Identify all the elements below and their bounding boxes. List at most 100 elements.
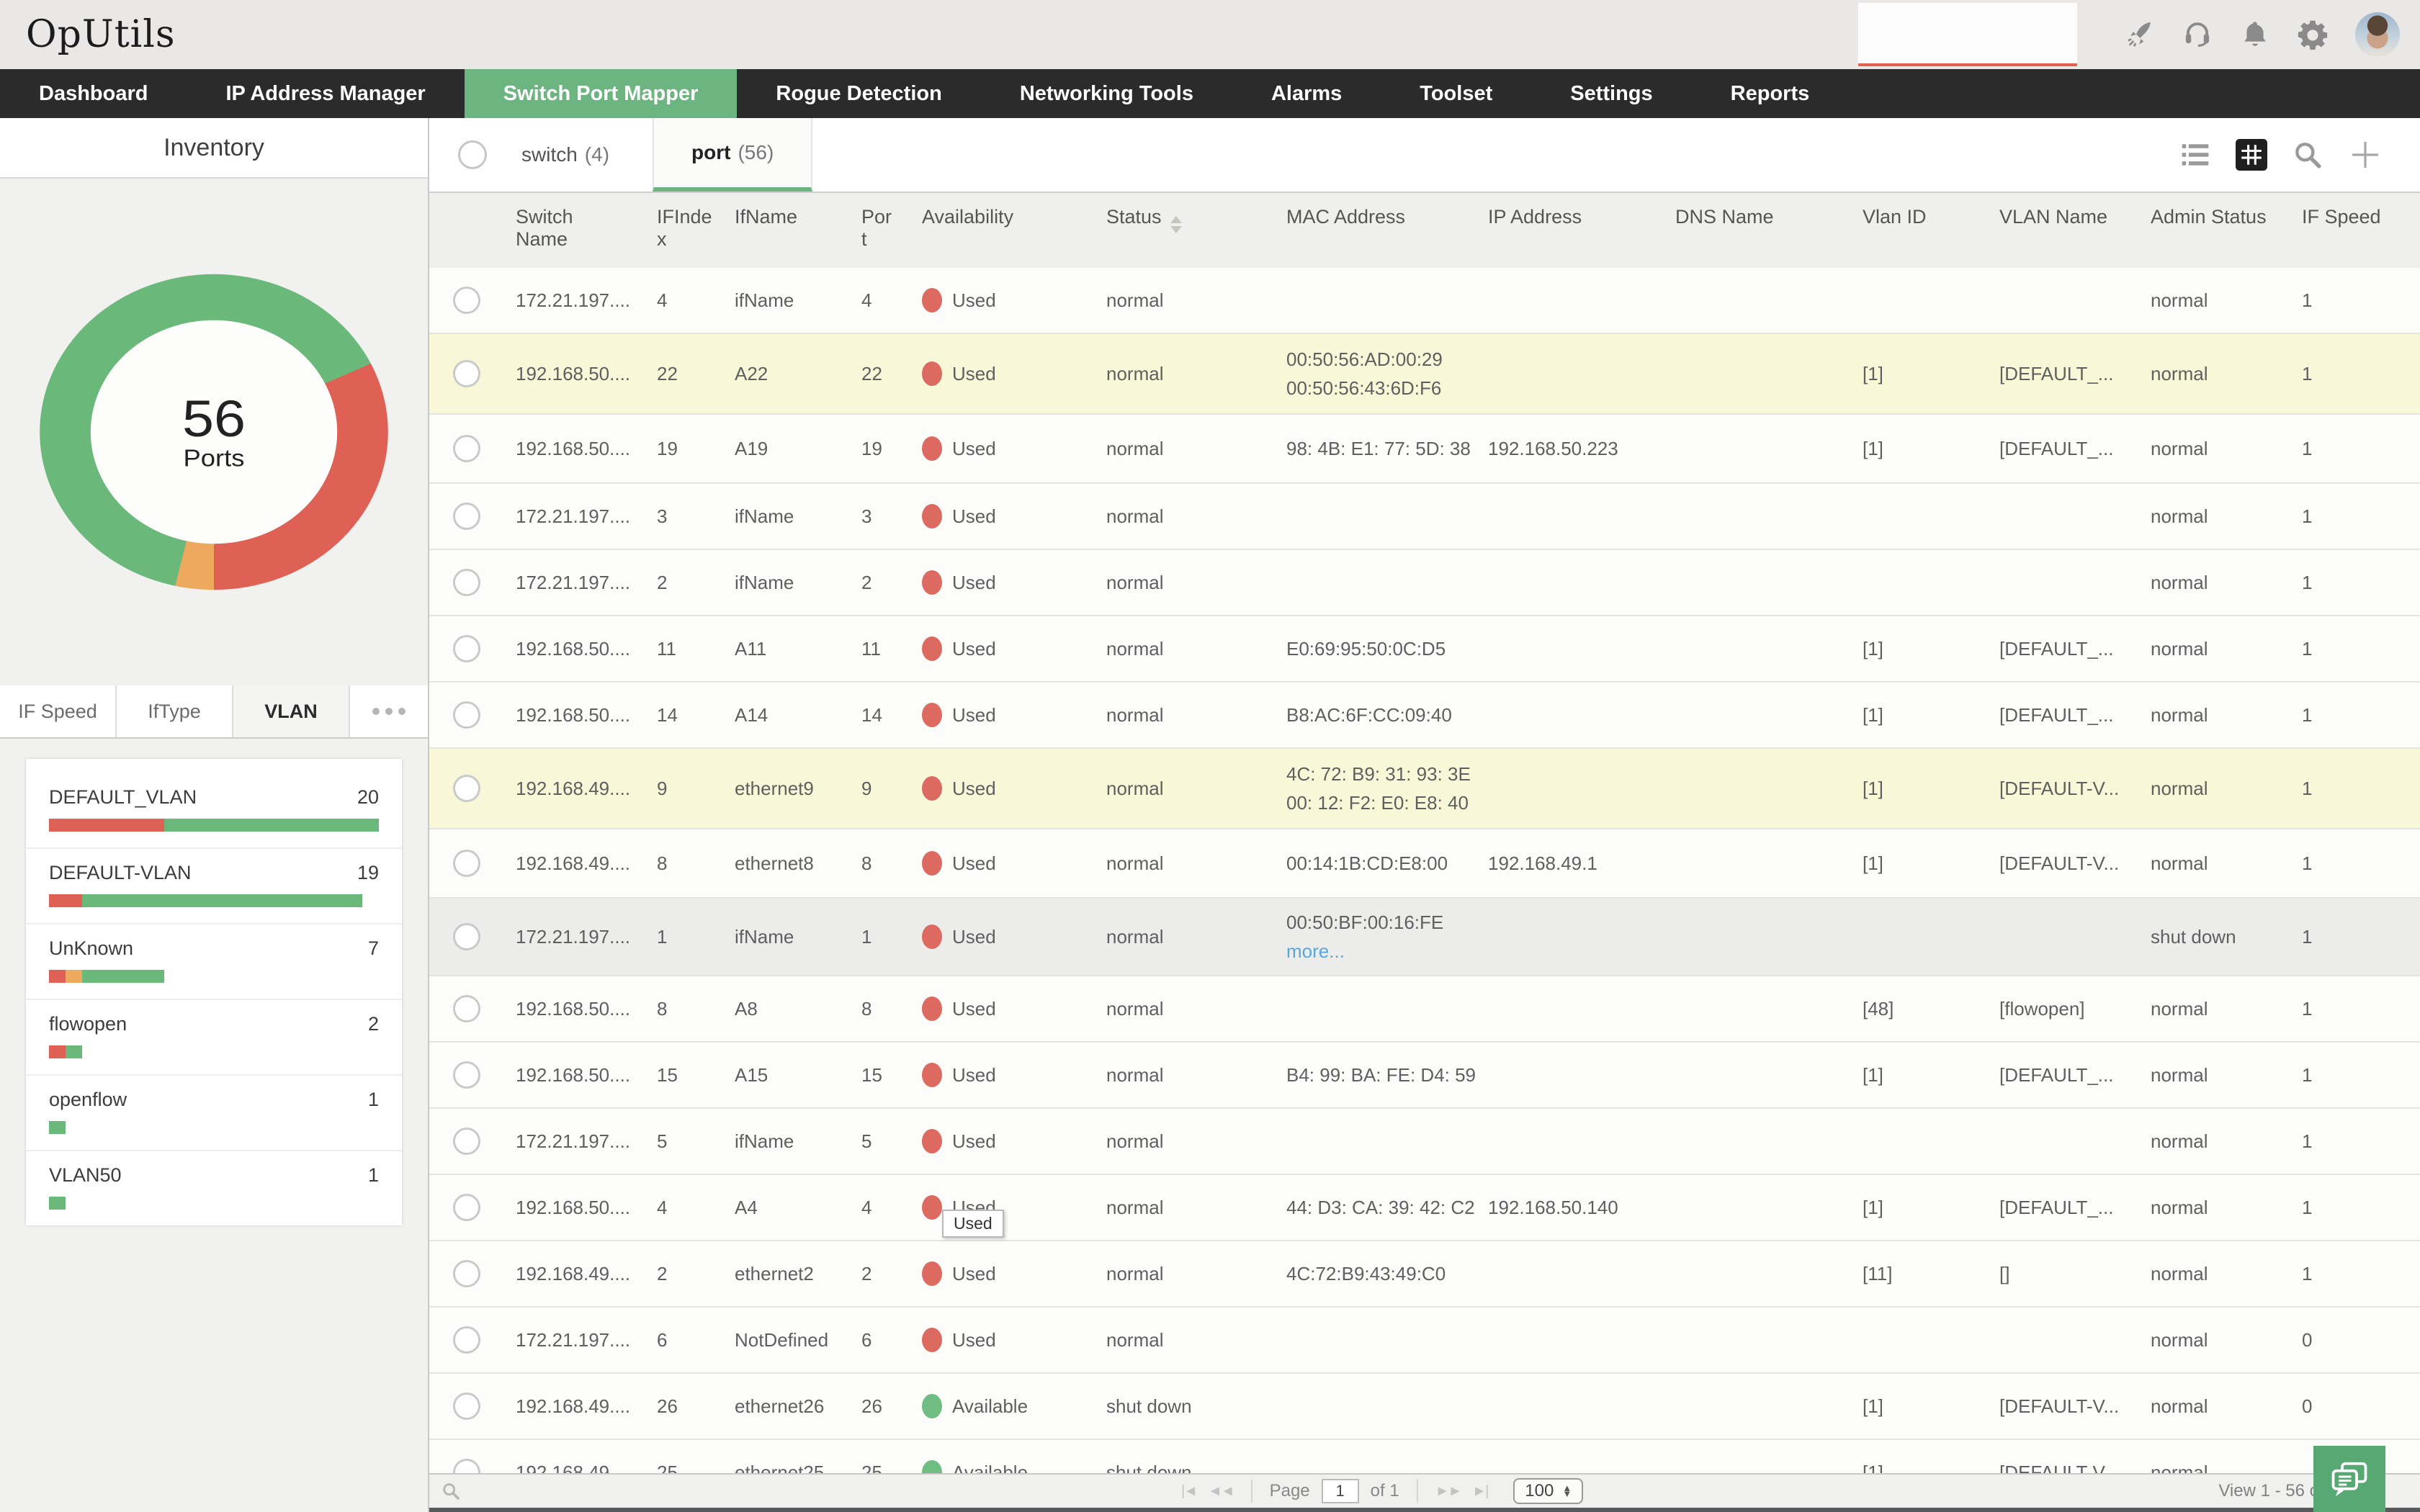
sort-arrows-icon[interactable] bbox=[1170, 210, 1182, 239]
table-row[interactable]: 172.21.197.... 5 ifName 5 Used normal normal 1 bbox=[429, 1109, 2420, 1175]
column-header-dns[interactable]: DNS Name bbox=[1675, 193, 1863, 228]
main-nav: Dashboard IP Address Manager Switch Port M… bbox=[0, 69, 2420, 118]
column-header-ifname[interactable]: IfName bbox=[735, 193, 861, 228]
sidebar-tab-iftype[interactable]: IfType bbox=[117, 685, 233, 737]
table-row[interactable]: 192.168.50.... 19 A19 19 Used normal 98: 4B: E… bbox=[429, 415, 2420, 484]
tab-switch[interactable]: switch (4) bbox=[487, 118, 653, 192]
nav-tab-networking-tools[interactable]: Networking Tools bbox=[981, 69, 1232, 118]
vlan-list-item[interactable]: flowopen 2 bbox=[26, 1000, 402, 1076]
vlan-name-cell-value: [DEFAULT_... bbox=[1999, 703, 2114, 726]
table-row[interactable]: 192.168.50.... 22 A22 22 Used normal 00:50:56:… bbox=[429, 334, 2420, 415]
row-radio[interactable] bbox=[453, 1392, 480, 1420]
page-size-select[interactable]: 100 ▲ ▼ bbox=[1513, 1478, 1584, 1504]
bottom-edge bbox=[429, 1508, 2420, 1512]
tab-port[interactable]: port (56) bbox=[653, 118, 813, 192]
column-header-ifindex[interactable]: IFIndex bbox=[657, 193, 735, 251]
table-row[interactable]: 192.168.49.... 8 ethernet8 8 Used normal 00:14… bbox=[429, 829, 2420, 899]
column-header-ip[interactable]: IP Address bbox=[1488, 193, 1675, 228]
table-row[interactable]: 192.168.49.... 26 ethernet26 26 Available shu… bbox=[429, 1374, 2420, 1440]
ports-donut-chart[interactable]: 56 Ports bbox=[40, 274, 388, 590]
ifname-cell: ethernet26 bbox=[735, 1395, 861, 1418]
row-radio[interactable] bbox=[453, 1326, 480, 1354]
availability-cell: Used bbox=[922, 1063, 1106, 1087]
vlan-list-item[interactable]: DEFAULT_VLAN 20 bbox=[26, 773, 402, 849]
column-header-if_speed[interactable]: IF Speed bbox=[2302, 193, 2420, 228]
row-radio[interactable] bbox=[453, 1061, 480, 1089]
user-avatar[interactable] bbox=[2355, 12, 2400, 57]
row-radio[interactable] bbox=[453, 503, 480, 530]
table-row[interactable]: 172.21.197.... 6 NotDefined 6 Used normal norm… bbox=[429, 1308, 2420, 1374]
row-radio[interactable] bbox=[453, 995, 480, 1022]
launch-rocket-icon[interactable] bbox=[2125, 19, 2155, 50]
vlan-list-item[interactable]: VLAN50 1 bbox=[26, 1151, 402, 1225]
row-radio[interactable] bbox=[453, 287, 480, 314]
support-headset-icon[interactable] bbox=[2182, 19, 2213, 50]
vlan-list-item[interactable]: DEFAULT-VLAN 19 bbox=[26, 849, 402, 924]
table-row[interactable]: 192.168.50.... 11 A11 11 Used normal E0:69:95:… bbox=[429, 616, 2420, 683]
vlan-list-item[interactable]: openflow 1 bbox=[26, 1076, 402, 1151]
grid-view-icon[interactable] bbox=[2236, 139, 2267, 171]
feedback-chat-button[interactable] bbox=[2313, 1446, 2385, 1512]
table-row[interactable]: 172.21.197.... 1 ifName 1 Used normal 00:50:BF… bbox=[429, 899, 2420, 976]
row-radio[interactable] bbox=[453, 1128, 480, 1155]
column-header-vlan_name[interactable]: VLAN Name bbox=[1999, 193, 2151, 228]
column-header-check[interactable] bbox=[429, 193, 516, 206]
table-row[interactable]: 192.168.50.... 15 A15 15 Used normal B4: 99: B… bbox=[429, 1043, 2420, 1109]
table-row[interactable]: 192.168.50.... 14 A14 14 Used normal B8:AC:6F:… bbox=[429, 683, 2420, 749]
add-icon[interactable] bbox=[2348, 138, 2383, 172]
table-row[interactable]: 192.168.49.... 9 ethernet9 9 Used normal 4C: 7… bbox=[429, 749, 2420, 829]
row-radio[interactable] bbox=[453, 635, 480, 662]
table-row[interactable]: 172.21.197.... 4 ifName 4 Used normal normal 1 bbox=[429, 268, 2420, 334]
row-radio[interactable] bbox=[453, 775, 480, 802]
table-row[interactable]: 192.168.50.... 8 A8 8 Used normal [48] [flowope… bbox=[429, 976, 2420, 1043]
column-header-mac[interactable]: MAC Address bbox=[1286, 193, 1488, 228]
mac-more-link[interactable]: more... bbox=[1286, 937, 1476, 966]
list-view-icon[interactable] bbox=[2179, 139, 2211, 171]
vlan-id-cell-value: [1] bbox=[1863, 437, 1883, 459]
row-radio[interactable] bbox=[453, 1260, 480, 1287]
column-header-admin_status[interactable]: Admin Status bbox=[2151, 193, 2302, 228]
column-header-port[interactable]: Port bbox=[861, 193, 922, 251]
nav-tab-rogue-detection[interactable]: Rogue Detection bbox=[737, 69, 980, 118]
port-table-panel: switch (4) port (56) Switch Name IFIndex… bbox=[429, 118, 2420, 1512]
column-header-switch_name[interactable]: Switch Name bbox=[516, 193, 657, 251]
column-header-vlan_id[interactable]: Vlan ID bbox=[1863, 193, 1999, 228]
header-search-field[interactable] bbox=[1858, 3, 2077, 66]
row-radio[interactable] bbox=[453, 850, 480, 877]
nav-tab-dashboard[interactable]: Dashboard bbox=[0, 69, 187, 118]
table-row[interactable]: 172.21.197.... 3 ifName 3 Used normal normal 1 bbox=[429, 484, 2420, 550]
row-radio[interactable] bbox=[453, 1194, 480, 1221]
first-page-button[interactable]: |◄ bbox=[1181, 1483, 1198, 1500]
search-icon[interactable] bbox=[2292, 139, 2323, 171]
nav-tab-alarms[interactable]: Alarms bbox=[1232, 69, 1381, 118]
sidebar-tabs-more-icon[interactable] bbox=[350, 685, 428, 737]
table-row[interactable]: 192.168.50.... 4 A4 4 Used normal 44: D3: CA: … bbox=[429, 1175, 2420, 1241]
row-radio[interactable] bbox=[453, 569, 480, 596]
footer-search-icon[interactable] bbox=[441, 1481, 461, 1501]
nav-tab-settings[interactable]: Settings bbox=[1531, 69, 1691, 118]
nav-tab-toolset[interactable]: Toolset bbox=[1381, 69, 1531, 118]
page-number-input[interactable] bbox=[1321, 1479, 1359, 1503]
sidebar-tab-if-speed[interactable]: IF Speed bbox=[0, 685, 117, 737]
settings-gear-icon[interactable] bbox=[2298, 19, 2328, 50]
ifname-cell-value: ifName bbox=[735, 925, 794, 948]
row-radio[interactable] bbox=[453, 701, 480, 729]
vlan-list-item[interactable]: UnKnown 7 bbox=[26, 924, 402, 1000]
notifications-bell-icon[interactable] bbox=[2240, 19, 2270, 50]
sidebar-tab-vlan[interactable]: VLAN bbox=[233, 685, 350, 737]
row-radio[interactable] bbox=[453, 435, 480, 462]
table-row[interactable]: 192.168.49.... 2 ethernet2 2 Used normal 4C:72… bbox=[429, 1241, 2420, 1308]
table-row[interactable]: 172.21.197.... 2 ifName 2 Used normal normal 1 bbox=[429, 550, 2420, 616]
row-radio[interactable] bbox=[453, 923, 480, 950]
prev-page-button[interactable]: ◄◄ bbox=[1208, 1483, 1235, 1500]
if-speed-cell-value: 1 bbox=[2302, 1262, 2313, 1284]
last-page-button[interactable]: ►| bbox=[1472, 1483, 1489, 1500]
column-header-availability[interactable]: Availability bbox=[922, 193, 1106, 228]
row-radio[interactable] bbox=[453, 360, 480, 387]
column-header-status[interactable]: Status bbox=[1106, 193, 1286, 239]
next-page-button[interactable]: ►► bbox=[1435, 1483, 1463, 1500]
select-all-radio[interactable] bbox=[458, 140, 487, 169]
nav-tab-switch-port-mapper[interactable]: Switch Port Mapper bbox=[464, 69, 738, 118]
nav-tab-ip-address-manager[interactable]: IP Address Manager bbox=[187, 69, 464, 118]
nav-tab-reports[interactable]: Reports bbox=[1692, 69, 1849, 118]
